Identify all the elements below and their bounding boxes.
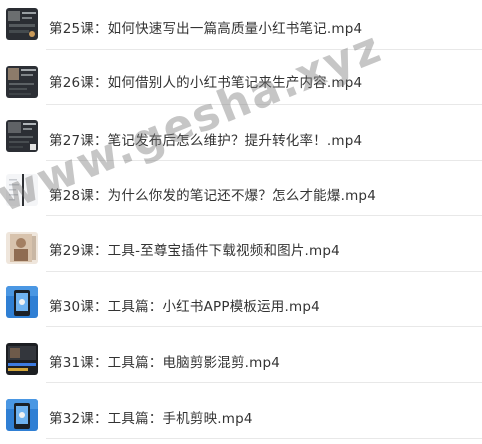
video-thumbnail	[6, 66, 38, 98]
row-divider	[46, 215, 482, 216]
file-row[interactable]: 第31课：工具篇：电脑剪影混剪.mp4	[0, 333, 482, 383]
video-thumbnail	[6, 399, 38, 431]
file-name: 第32课：工具篇：手机剪映.mp4	[49, 411, 253, 427]
file-name: 第25课：如何快速写出一篇高质量小红书笔记.mp4	[49, 21, 363, 37]
file-name: 第31课：工具篇：电脑剪影混剪.mp4	[49, 355, 281, 371]
file-list: 第25课：如何快速写出一篇高质量小红书笔记.mp4 第26课：如何借别人的小红书…	[0, 0, 482, 444]
file-row[interactable]: 第29课：工具-至尊宝插件下载视频和图片.mp4	[0, 222, 482, 272]
file-name: 第28课：为什么你发的笔记还不爆？怎么才能爆.mp4	[49, 188, 376, 204]
video-thumbnail	[6, 343, 38, 375]
file-row[interactable]: 第27课：笔记发布后怎么维护？提升转化率！.mp4	[0, 111, 482, 161]
row-divider	[46, 271, 482, 272]
video-thumbnail	[6, 8, 38, 40]
file-row[interactable]: 第26课：如何借别人的小红书笔记来生产内容.mp4	[0, 55, 482, 105]
file-name: 第27课：笔记发布后怎么维护？提升转化率！.mp4	[49, 133, 363, 149]
video-thumbnail	[6, 232, 38, 264]
file-name: 第26课：如何借别人的小红书笔记来生产内容.mp4	[49, 75, 363, 91]
video-thumbnail	[6, 120, 38, 152]
row-divider	[46, 160, 482, 161]
file-row[interactable]: 第28课：为什么你发的笔记还不爆？怎么才能爆.mp4	[0, 166, 482, 216]
row-divider	[46, 104, 482, 105]
video-thumbnail	[6, 286, 38, 318]
row-divider	[46, 438, 482, 439]
row-divider	[46, 49, 482, 50]
row-divider	[46, 326, 482, 327]
file-row[interactable]: 第25课：如何快速写出一篇高质量小红书笔记.mp4	[0, 0, 482, 50]
video-thumbnail	[6, 174, 38, 206]
row-divider	[46, 382, 482, 383]
file-name: 第29课：工具-至尊宝插件下载视频和图片.mp4	[49, 243, 340, 259]
file-row[interactable]: 第30课：工具篇：小红书APP模板运用.mp4	[0, 277, 482, 327]
file-row[interactable]: 第32课：工具篇：手机剪映.mp4	[0, 389, 482, 439]
file-name: 第30课：工具篇：小红书APP模板运用.mp4	[49, 299, 320, 315]
